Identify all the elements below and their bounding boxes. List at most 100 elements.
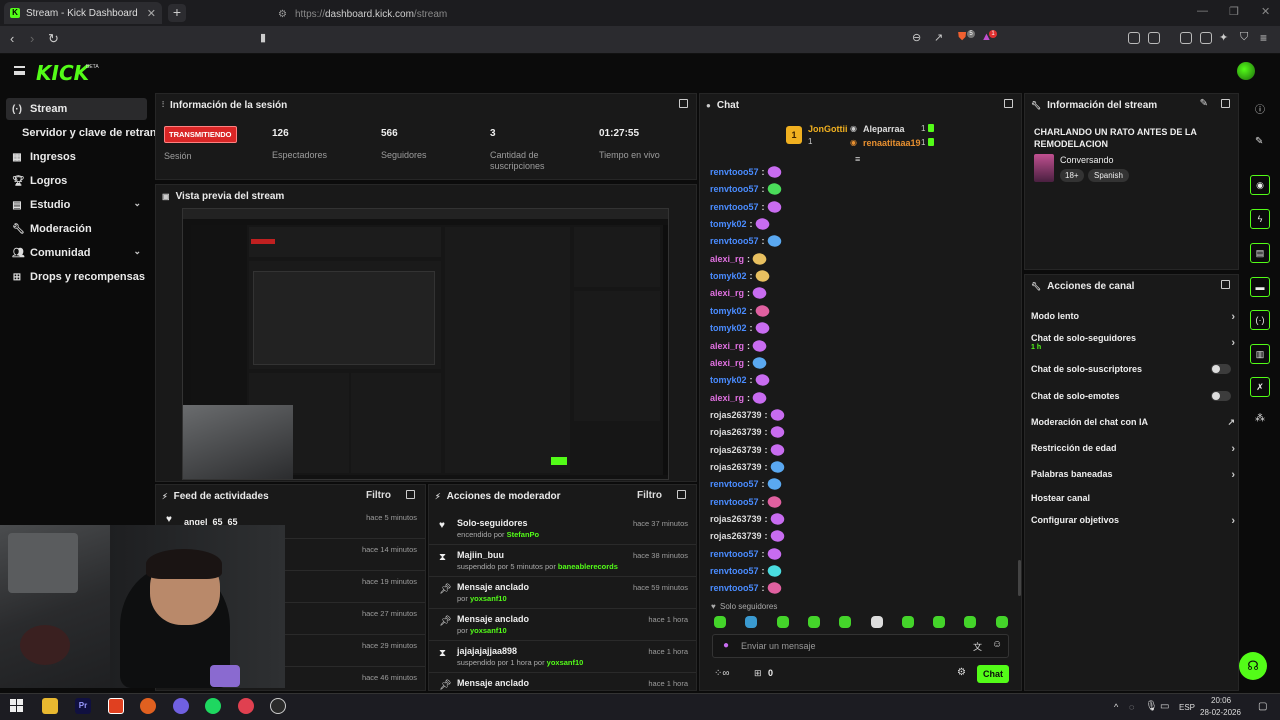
close-window-icon[interactable]: ✕ — [1261, 5, 1270, 18]
top-gifter-name[interactable]: JonGottii — [808, 124, 848, 134]
chat-username[interactable]: alexi_rg — [710, 358, 744, 368]
chat-username[interactable]: renvtooo57 — [710, 583, 759, 593]
info-icon[interactable]: ⓘ — [1255, 101, 1265, 116]
popout-icon[interactable] — [406, 490, 415, 499]
chat-username[interactable]: alexi_rg — [710, 341, 744, 351]
popout-icon[interactable] — [679, 99, 688, 108]
sidebar-item-stream[interactable]: (·) Stream — [6, 98, 147, 120]
filter-button[interactable]: Filtro — [366, 490, 391, 501]
help-headset-icon[interactable]: ☊ — [1239, 652, 1267, 680]
discord-icon[interactable] — [173, 698, 189, 714]
popout-icon[interactable] — [1004, 99, 1013, 108]
sidebar-item-logros[interactable]: 🏆︎ Logros — [6, 170, 147, 192]
action-ai-moderation[interactable]: Moderación del chat con IA ↗ — [1031, 417, 1235, 427]
lightning-icon[interactable]: ϟ — [1250, 209, 1270, 229]
obs-icon[interactable] — [270, 698, 286, 714]
microphone-icon[interactable]: 🎙︎ — [1145, 701, 1158, 712]
maximize-icon[interactable]: ❐ — [1229, 5, 1239, 18]
gift-box-icon[interactable]: ⊞ — [754, 668, 762, 679]
action-slow-mode[interactable]: Modo lento › — [1031, 311, 1235, 323]
popout-icon[interactable] — [1221, 280, 1230, 289]
action-age-restriction[interactable]: Restricción de edad › — [1031, 443, 1235, 455]
storage-icon[interactable]: ▥ — [1250, 344, 1270, 364]
site-info-icon[interactable]: ⚙ — [278, 9, 287, 20]
vpn-icon[interactable]: ⛉ — [1240, 31, 1248, 44]
action-goals[interactable]: Configurar objetivos › — [1031, 515, 1235, 527]
share-icon[interactable]: ↗ — [934, 31, 943, 44]
chat-username[interactable]: tomyk02 — [710, 306, 747, 316]
emote-icon[interactable] — [807, 616, 820, 628]
sidebar-item-server-key[interactable]: Servidor y clave de retransmisión — [16, 122, 156, 144]
emote-icon[interactable] — [901, 616, 914, 628]
wrench-icon[interactable]: ✗ — [1250, 377, 1270, 397]
chat-username[interactable]: rojas263739 — [710, 462, 762, 472]
brave-browser-icon[interactable] — [108, 698, 124, 714]
apps-icon[interactable]: ⁂ — [1255, 413, 1265, 424]
expand-icon[interactable]: ≡ — [855, 154, 860, 164]
bookmark-icon[interactable]: ▮ — [260, 31, 266, 44]
browser-tab[interactable]: K Stream - Kick Dashboard ✕ — [4, 2, 162, 24]
chat-icon[interactable]: ▬ — [1250, 277, 1270, 297]
action-subs-only[interactable]: Chat de solo-suscriptores — [1031, 364, 1235, 374]
sidebar-item-comunidad[interactable]: 👥︎ Comunidad ⌄ — [6, 242, 147, 264]
premiere-icon[interactable]: Pr — [75, 698, 91, 714]
tray-chevron-icon[interactable]: ^ — [1114, 702, 1118, 712]
popout-icon[interactable] — [677, 490, 686, 499]
chat-username[interactable]: rojas263739 — [710, 514, 762, 524]
camera-icon[interactable]: ◉ — [1250, 175, 1270, 195]
chat-username[interactable]: tomyk02 — [710, 323, 747, 333]
firefox-icon[interactable] — [140, 698, 156, 714]
chat-username[interactable]: renvtooo57 — [710, 549, 759, 559]
notifications-icon[interactable]: ▢ — [1258, 701, 1267, 712]
broadcast-icon[interactable]: (·) — [1250, 310, 1270, 330]
clock-time[interactable]: 20:06 — [1211, 696, 1231, 705]
language-indicator[interactable]: ESP — [1179, 703, 1195, 712]
emote-icon[interactable] — [964, 616, 977, 628]
top-gifter-name[interactable]: renaatitaaa19 — [863, 138, 921, 148]
chat-username[interactable]: alexi_rg — [710, 288, 744, 298]
menu-icon[interactable]: ≡ — [1260, 31, 1267, 45]
chat-scrollbar[interactable] — [1018, 560, 1021, 596]
emote-icon[interactable] — [870, 616, 883, 628]
top-gifter-name[interactable]: Aleparraa — [863, 124, 905, 134]
action-emotes-only[interactable]: Chat de solo-emotes — [1031, 391, 1235, 401]
address-bar[interactable]: ⚙ https://dashboard.kick.com/stream — [278, 4, 938, 24]
minimize-icon[interactable]: — — [1197, 5, 1208, 17]
emote-icon[interactable] — [933, 616, 946, 628]
edit-pencil-icon[interactable]: ✎ — [1200, 98, 1208, 109]
emote-icon[interactable] — [714, 616, 726, 628]
chat-username[interactable]: alexi_rg — [710, 254, 744, 264]
category-name[interactable]: Conversando — [1060, 155, 1114, 165]
sidebar-item-ingresos[interactable]: ▦ Ingresos — [6, 146, 147, 168]
user-avatar[interactable] — [1237, 62, 1255, 80]
wallet-icon[interactable] — [1200, 32, 1212, 44]
file-explorer-icon[interactable] — [42, 698, 58, 714]
chat-username[interactable]: rojas263739 — [710, 410, 762, 420]
chat-username[interactable]: renvtooo57 — [710, 167, 759, 177]
sidebar-item-drops[interactable]: ⊞ Drops y recompensas — [6, 266, 147, 288]
settings-gear-icon[interactable]: ⚙ — [957, 667, 966, 678]
new-tab-button[interactable]: + — [168, 4, 186, 22]
action-followers-only[interactable]: Chat de solo-seguidores 1 h › — [1031, 333, 1235, 351]
translate-icon[interactable]: 文 — [973, 640, 982, 653]
chat-username[interactable]: tomyk02 — [710, 219, 747, 229]
zoom-icon[interactable]: ⊖ — [912, 31, 921, 44]
chat-username[interactable]: rojas263739 — [710, 427, 762, 437]
sidebar-toggle-icon[interactable] — [1180, 32, 1192, 44]
extensions-icon[interactable] — [1128, 32, 1140, 44]
clock-date[interactable]: 28-02-2026 — [1200, 708, 1241, 717]
emote-icon[interactable] — [995, 616, 1008, 628]
subs-only-toggle[interactable] — [1211, 364, 1231, 374]
filter-button[interactable]: Filtro — [637, 490, 662, 501]
points-icon[interactable]: ⁘∞ — [714, 668, 730, 679]
send-chat-button[interactable]: Chat — [977, 665, 1009, 683]
spotify-icon[interactable] — [205, 698, 221, 714]
notes-icon[interactable]: ▤ — [1250, 243, 1270, 263]
chat-username[interactable]: renvtooo57 — [710, 236, 759, 246]
emote-icon[interactable] — [745, 616, 758, 628]
popout-icon[interactable] — [1221, 99, 1230, 108]
emote-icon[interactable] — [776, 616, 789, 628]
chat-username[interactable]: renvtooo57 — [710, 479, 759, 489]
leo-ai-icon[interactable]: ✦ — [1219, 31, 1228, 44]
network-icon[interactable]: ▭ — [1160, 701, 1169, 712]
